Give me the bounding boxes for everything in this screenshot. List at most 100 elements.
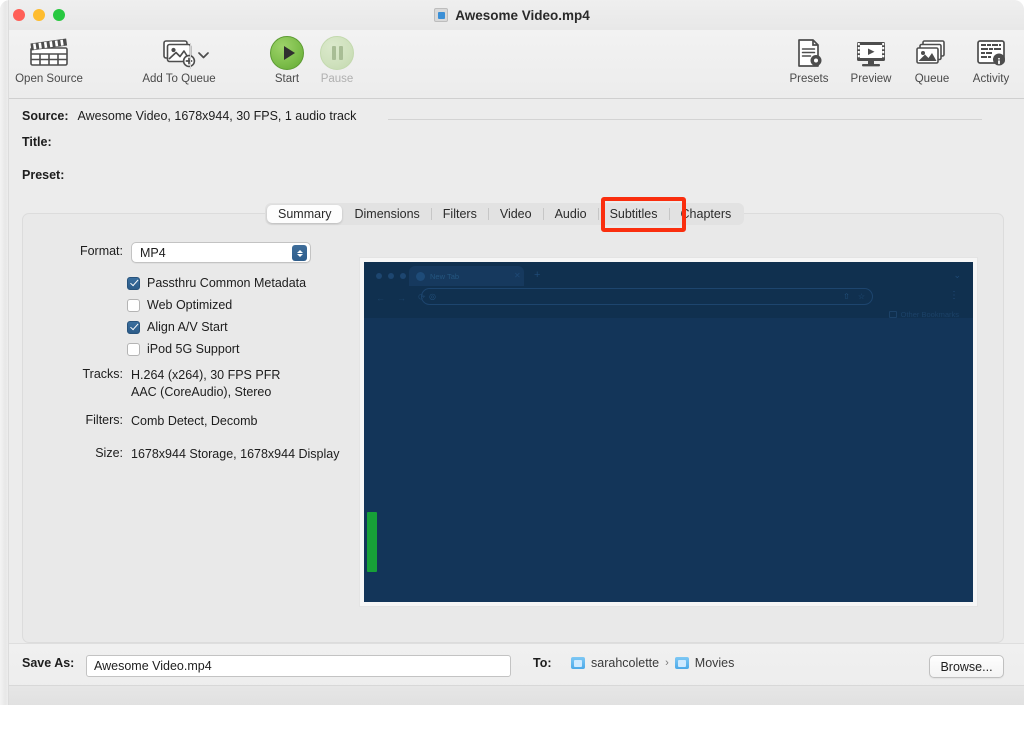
- format-value: MP4: [140, 245, 166, 260]
- preview-address-bar: ◎ ⇧ ☆: [421, 288, 873, 305]
- toolbar-open-source-label: Open Source: [15, 73, 83, 85]
- tab-audio-label: Audio: [554, 207, 587, 221]
- browse-label: Browse...: [940, 659, 993, 674]
- to-label: To:: [533, 656, 552, 670]
- checkbox-passthru-common-metadata[interactable]: Passthru Common Metadata: [127, 276, 306, 290]
- video-preview-thumbnail[interactable]: New Tab ✕ + ⌄ ← → ⟳ ◎ ⇧ ☆ ⋮ Other Bookma…: [364, 262, 973, 602]
- filters-row: Filters: Comb Detect, Decomb: [53, 413, 258, 430]
- browse-button[interactable]: Browse...: [929, 655, 1004, 678]
- preview-other-bookmarks: Other Bookmarks: [888, 310, 959, 319]
- source-label: Source:: [22, 109, 69, 123]
- video-file-icon: [434, 8, 449, 22]
- preview-forward-icon: →: [397, 292, 406, 303]
- toolbar-open-source[interactable]: Open Source: [7, 35, 91, 85]
- window-title-bar: Awesome Video.mp4: [0, 0, 1024, 30]
- close-button[interactable]: [13, 9, 25, 21]
- title-row: Title:: [22, 135, 52, 149]
- size-row: Size: 1678x944 Storage, 1678x944 Display: [53, 446, 339, 463]
- checkbox-align-av-start[interactable]: Align A/V Start: [127, 320, 228, 334]
- toolbar-divider: [190, 43, 191, 69]
- zoom-button[interactable]: [53, 9, 65, 21]
- title-label: Title:: [22, 135, 52, 149]
- traffic-light-controls: [13, 9, 65, 21]
- tab-audio[interactable]: Audio: [544, 205, 598, 223]
- clapperboard-icon: [27, 35, 71, 71]
- checkbox-passthru-common-metadata-label: Passthru Common Metadata: [147, 276, 307, 290]
- destination-to-group: To:: [533, 656, 552, 670]
- preview-green-accent-bar: [367, 512, 377, 572]
- checkbox-ipod-5g-support[interactable]: iPod 5G Support: [127, 342, 239, 356]
- save-as-group: Save As:: [22, 656, 74, 670]
- preview-star-icon: ☆: [857, 292, 865, 301]
- preview-monitor-icon: [853, 35, 889, 71]
- toolbar-pause-label: Pause: [320, 73, 354, 85]
- checkbox-passthru-common-metadata-box[interactable]: [127, 276, 140, 290]
- tab-filters-label: Filters: [442, 207, 477, 221]
- preview-browser-tab: New Tab: [409, 266, 524, 286]
- tab-dimensions[interactable]: Dimensions: [343, 205, 430, 223]
- format-select[interactable]: MP4: [131, 242, 311, 263]
- tracks-row: Tracks: H.264 (x264), 30 FPS PFR AAC (Co…: [53, 367, 280, 401]
- minimize-button[interactable]: [33, 9, 45, 21]
- save-as-label: Save As:: [22, 656, 75, 670]
- checkbox-align-av-start-label: Align A/V Start: [147, 320, 228, 334]
- movies-folder-icon: [674, 657, 689, 669]
- path-segment-user: sarahcolette: [591, 656, 660, 670]
- add-to-queue-chevron-down-icon[interactable]: [195, 46, 211, 64]
- activity-log-icon: [975, 35, 1007, 71]
- preset-row: Preset:: [22, 168, 64, 182]
- source-rule: [388, 119, 982, 120]
- checkbox-web-optimized[interactable]: Web Optimized: [127, 298, 232, 312]
- tab-video[interactable]: Video: [489, 205, 543, 223]
- summary-settings-panel: Format: MP4 Passthru Common Metadata Web…: [22, 213, 1004, 643]
- checkbox-ipod-5g-support-box[interactable]: [127, 342, 140, 356]
- filters-value: Comb Detect, Decomb: [131, 414, 258, 428]
- source-row: Source: Awesome Video, 1678x944, 30 FPS,…: [22, 109, 356, 123]
- window-title: Awesome Video.mp4: [455, 7, 590, 23]
- save-as-input[interactable]: Awesome Video.mp4: [86, 655, 511, 677]
- preview-bookmark-folder-icon: [888, 311, 897, 318]
- preset-label: Preset:: [22, 168, 65, 182]
- tab-filters[interactable]: Filters: [432, 205, 488, 223]
- tab-subtitles[interactable]: Subtitles: [599, 205, 669, 223]
- settings-tab-bar: Summary Dimensions Filters Video Audio S…: [265, 203, 745, 225]
- toolbar-pause-button[interactable]: Pause: [295, 35, 379, 85]
- handbrake-app-window: Awesome Video.mp4 Open Source Add To Que…: [0, 0, 1024, 740]
- destination-path-breadcrumb[interactable]: sarahcolette › Movies: [571, 656, 734, 670]
- checkbox-web-optimized-box[interactable]: [127, 298, 140, 312]
- preview-omnibox-icons: ⇧ ☆: [843, 292, 865, 301]
- presets-icon: [793, 35, 825, 71]
- destination-bar: Save As: Awesome Video.mp4 To: sarahcole…: [0, 643, 1024, 705]
- toolbar-activity-button[interactable]: Activity: [949, 35, 1024, 85]
- tracks-value-video: H.264 (x264), 30 FPS PFR: [131, 368, 281, 382]
- tab-summary[interactable]: Summary: [267, 205, 343, 223]
- tab-summary-label: Summary: [278, 207, 332, 221]
- tab-chapters[interactable]: Chapters: [670, 205, 743, 223]
- tracks-label: Tracks:: [82, 367, 123, 381]
- toolbar-queue-label: Queue: [914, 73, 950, 85]
- preview-traffic-lights: [376, 273, 406, 279]
- home-folder-icon: [571, 657, 585, 669]
- preview-chevron-down-icon: ⌄: [953, 270, 961, 280]
- toolbar-presets-label: Presets: [789, 73, 829, 85]
- tab-dimensions-label: Dimensions: [354, 207, 420, 221]
- preview-other-bookmarks-label: Other Bookmarks: [900, 310, 959, 319]
- preview-nav-buttons: ← → ⟳: [376, 292, 426, 303]
- checkbox-align-av-start-box[interactable]: [127, 320, 140, 334]
- filters-label: Filters:: [85, 413, 124, 427]
- tab-subtitles-label: Subtitles: [609, 207, 658, 221]
- path-segment-movies: Movies: [694, 656, 735, 670]
- format-label: Format:: [79, 244, 123, 258]
- status-strip: [0, 685, 1024, 705]
- pause-icon: [320, 35, 354, 71]
- job-info-rows: Source: Awesome Video, 1678x944, 30 FPS,…: [0, 99, 1024, 290]
- preview-share-icon: ⇧: [843, 292, 850, 301]
- format-stepper-icon[interactable]: [292, 245, 307, 261]
- checkbox-ipod-5g-support-label: iPod 5G Support: [147, 342, 240, 356]
- preview-new-tab-icon: +: [534, 269, 541, 281]
- path-separator: ›: [665, 657, 669, 669]
- tracks-value-audio: AAC (CoreAudio), Stereo: [131, 385, 272, 399]
- desktop-background: [0, 705, 1024, 740]
- checkbox-web-optimized-label: Web Optimized: [147, 298, 233, 312]
- source-value: Awesome Video, 1678x944, 30 FPS, 1 audio…: [77, 109, 357, 123]
